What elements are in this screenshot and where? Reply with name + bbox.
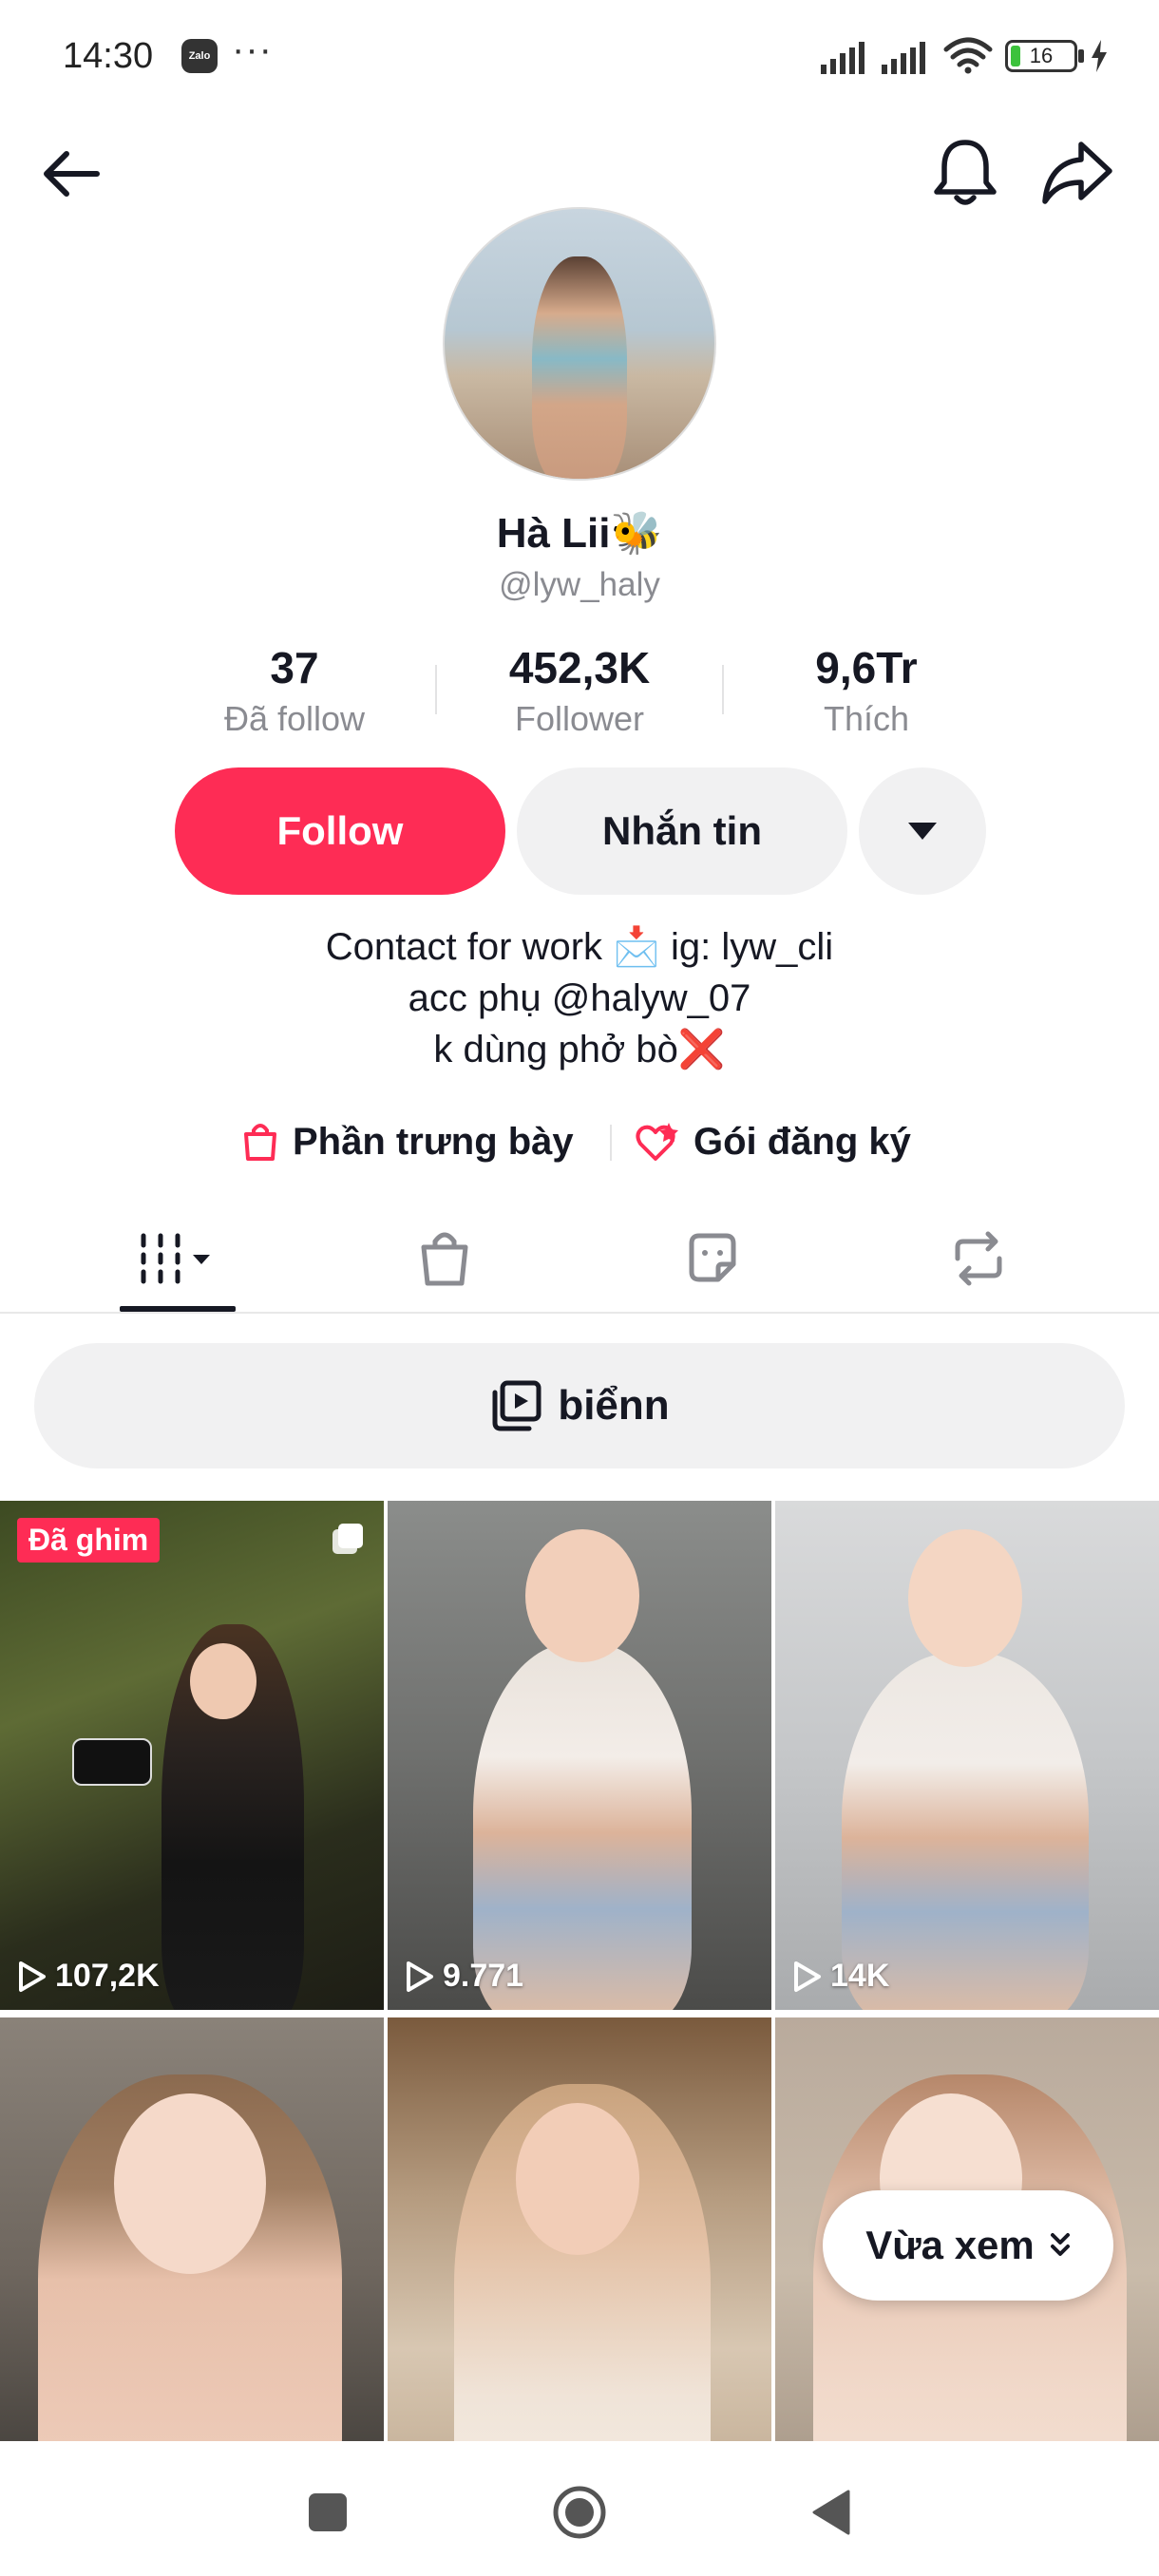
recently-viewed-button[interactable]: Vừa xem [823,2190,1113,2301]
home-circle-shape [553,2486,606,2539]
video-figure [473,1643,692,2010]
playlist-label: biểnn [558,1382,670,1429]
multi-photo-icon [332,1524,363,1554]
signal-icon [821,42,864,74]
status-time: 14:30 [63,36,154,76]
view-count: 107,2K [15,1958,160,1995]
subscription-heart-icon [636,1123,678,1161]
view-count-text: 14K [830,1958,890,1994]
battery-tip [1078,49,1084,63]
profile-tabs [0,1204,1159,1314]
tab-shop[interactable] [378,1204,511,1312]
stat-following[interactable]: 37 Đã follow [152,642,437,739]
view-count-text: 107,2K [55,1958,160,1994]
status-bar: 14:30 Zalo ··· 16 [0,0,1159,114]
back-arrow-icon[interactable] [38,141,114,207]
stat-likes[interactable]: 9,6Tr Thích [724,642,1009,739]
suggested-accounts-button[interactable] [859,767,986,895]
system-nav-bar [0,2441,1159,2576]
video-face [908,1529,1022,1667]
active-tab-indicator [120,1306,236,1312]
stat-value: 9,6Tr [815,643,918,692]
tab-reposts[interactable] [912,1204,1045,1312]
subscription-label: Gói đăng ký [694,1120,911,1163]
chevron-double-down-icon [1050,2233,1070,2256]
stat-label: Đã follow [223,699,366,738]
bio: Contact for work 📩 ig: lyw_cli acc phụ @… [0,921,1159,1075]
view-count: 9.771 [403,1958,523,1995]
home-circle-icon[interactable] [546,2479,613,2546]
stat-value: 37 [270,643,319,692]
battery-percent: 16 [1029,44,1054,67]
more-notifications-icon: ··· [232,28,273,70]
video-face [525,1529,639,1662]
video-face [190,1643,256,1719]
stat-label: Follower [514,699,645,738]
stat-value: 452,3K [508,643,651,692]
bio-line: Contact for work 📩 ig: lyw_cli [325,926,834,968]
video-tile[interactable]: Đã ghim 107,2K [0,1501,384,2010]
play-icon [407,1960,433,1992]
message-button[interactable]: Nhắn tin [517,767,847,895]
play-icon [19,1960,46,1992]
profile-page: 14:30 Zalo ··· 16 Hà Lii🐝 @lyw_haly 37 Đ… [0,0,1159,2576]
view-count: 14K [790,1958,889,1995]
display-name: Hà Lii🐝 [496,510,663,557]
back-triangle-icon[interactable] [798,2479,864,2546]
wifi-icon [943,37,993,74]
tab-stickers[interactable] [646,1204,779,1312]
recently-viewed-label: Vừa xem [865,2223,1035,2267]
follow-button[interactable]: Follow [175,767,505,895]
bell-icon[interactable] [929,135,1001,209]
caret-down-icon [908,823,937,840]
stat-followers[interactable]: 452,3K Follower [437,642,722,739]
showcase-label: Phần trưng bày [293,1120,574,1163]
view-count-text: 9.771 [443,1958,524,1994]
video-cake [72,1738,152,1786]
battery-icon: 16 [1005,40,1077,72]
video-tile[interactable]: 9.771 [388,1501,771,2010]
video-face [516,2103,639,2255]
playlist-button[interactable]: biểnn [34,1343,1125,1468]
signal-icon [882,42,925,74]
profile-links: Phần trưng bày Gói đăng ký [0,1111,1159,1172]
video-face [114,2093,266,2274]
pinned-badge: Đã ghim [17,1518,161,1563]
avatar-figure [532,256,627,479]
grid-icon [141,1233,210,1283]
stat-label: Thích [823,699,910,738]
showcase-link[interactable]: Phần trưng bày [241,1111,574,1172]
bio-line: k dùng phở bò❌ [433,1029,726,1070]
play-icon [794,1960,821,1992]
back-triangle-shape [812,2490,850,2535]
bio-line[interactable]: acc phụ @halyw_07 [0,973,1159,1024]
recents-square-icon[interactable] [294,2479,361,2546]
sticker-icon [689,1233,736,1281]
tab-videos[interactable] [112,1204,245,1312]
username: @lyw_haly [499,566,660,603]
playlist-icon [492,1380,542,1431]
recents-square-shape [309,2493,347,2531]
profile-stats: 37 Đã follow 452,3K Follower 9,6Tr Thích [0,642,1159,747]
link-divider [610,1125,612,1161]
subscription-link[interactable]: Gói đăng ký [633,1111,911,1172]
video-grid: Đã ghim 107,2K 9.771 14K [0,1501,1159,2527]
charging-bolt-icon [1092,40,1107,72]
share-arrow-icon[interactable] [1039,137,1115,209]
video-tile[interactable]: 14K [775,1501,1159,2010]
avatar[interactable] [443,207,716,481]
zalo-notification-icon: Zalo [181,39,218,73]
repost-icon [955,1231,1002,1285]
shopping-bag-icon [421,1232,468,1285]
shopping-bag-icon [244,1124,276,1161]
video-figure [842,1653,1089,2010]
